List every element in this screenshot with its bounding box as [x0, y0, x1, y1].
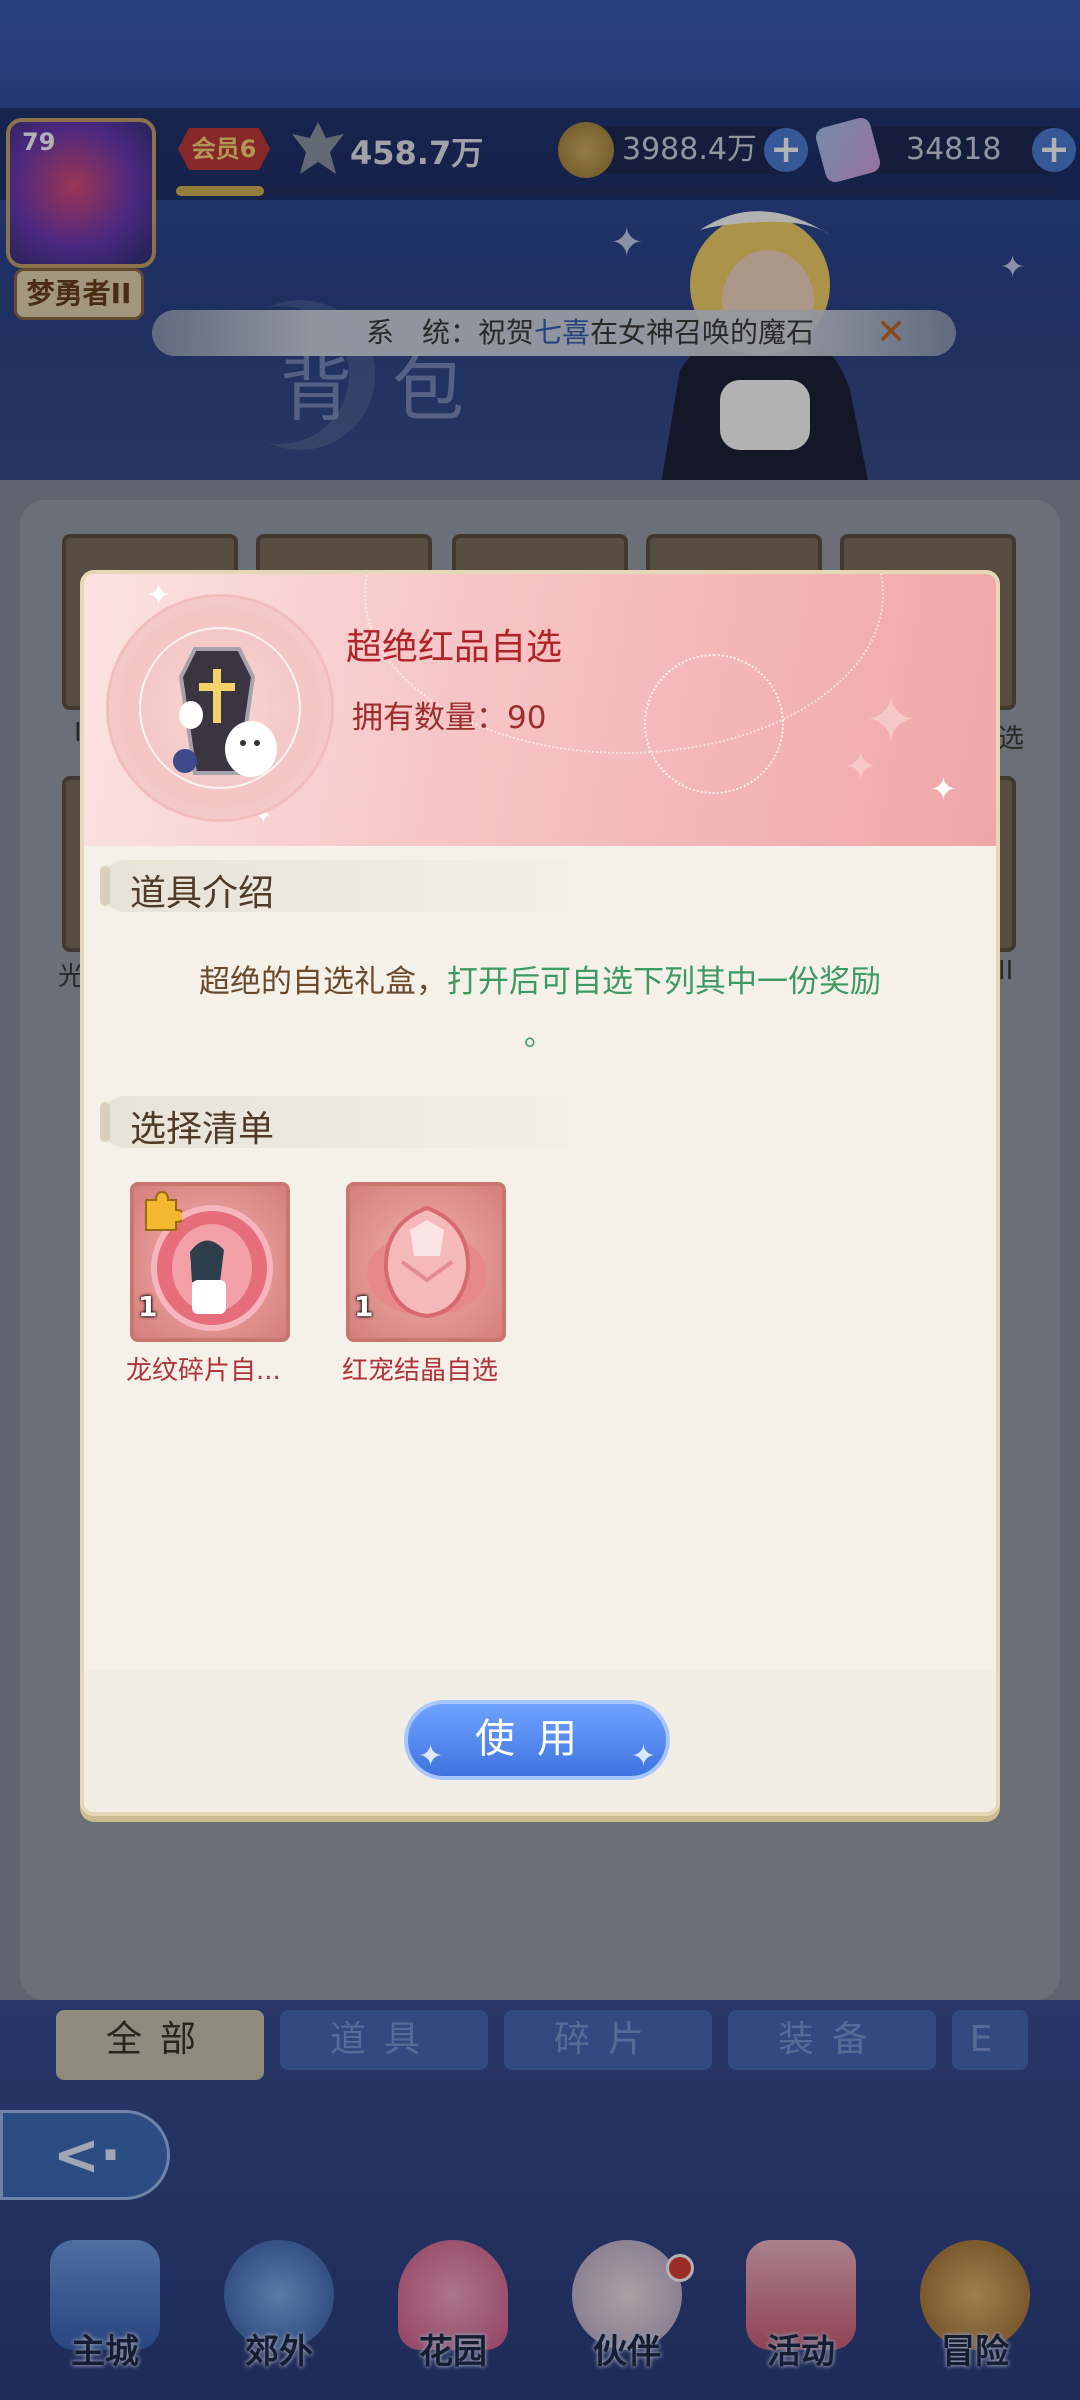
item-description: 超绝的自选礼盒，打开后可自选下列其中一份奖励	[84, 954, 996, 1010]
description-highlight: 打开后可自选下列其中一份奖励	[447, 964, 881, 1000]
description-text: 超绝的自选礼盒，	[199, 964, 447, 1000]
reward-quantity: 1	[354, 1290, 374, 1323]
sparkle-icon: ✦	[630, 1739, 656, 1774]
sparkle-icon: ✦	[930, 770, 957, 808]
item-header: ✦ ✦ ✦ ✦ ✦ 超绝红品自选 拥有数量：90	[84, 574, 996, 846]
intro-section-title: 道具介绍	[130, 873, 275, 914]
owned-count-label: 拥有数量：	[352, 700, 507, 736]
item-owned-count: 拥有数量：90	[352, 692, 546, 737]
coffin-gift-box-icon	[173, 647, 277, 777]
description-end-mark: 。	[524, 1018, 554, 1053]
owned-count-value: 90	[507, 700, 547, 736]
red-pet-crystal-icon	[367, 1205, 487, 1319]
use-button[interactable]: ✦ 使用 ✦	[404, 1700, 670, 1780]
puzzle-piece-icon	[145, 1190, 182, 1231]
choice-list-title: 选择清单	[130, 1109, 275, 1150]
reward-quantity: 1	[138, 1290, 158, 1323]
choice-list-header: 选择清单	[100, 1096, 620, 1150]
item-icon-frame	[106, 594, 334, 822]
sparkle-icon: ✦	[418, 1739, 444, 1774]
section-bar	[100, 1102, 110, 1142]
reward-name: 龙纹碎片自...	[126, 1356, 281, 1386]
section-bar	[100, 866, 110, 906]
use-button-label: 使用	[475, 1716, 599, 1762]
reward-name: 红宠结晶自选	[342, 1356, 499, 1386]
sparkle-icon: ✦	[844, 744, 878, 790]
dialog-footer: ✦ 使用 ✦	[84, 1670, 996, 1812]
item-detail-dialog: ✦ ✦ ✦ ✦ ✦ 超绝红品自选 拥有数量：90 道具介绍 超绝的自选礼盒，打开…	[80, 570, 1000, 1816]
decorative-ring	[644, 654, 784, 794]
intro-section-header: 道具介绍	[100, 860, 620, 914]
item-name: 超绝红品自选	[346, 627, 563, 668]
